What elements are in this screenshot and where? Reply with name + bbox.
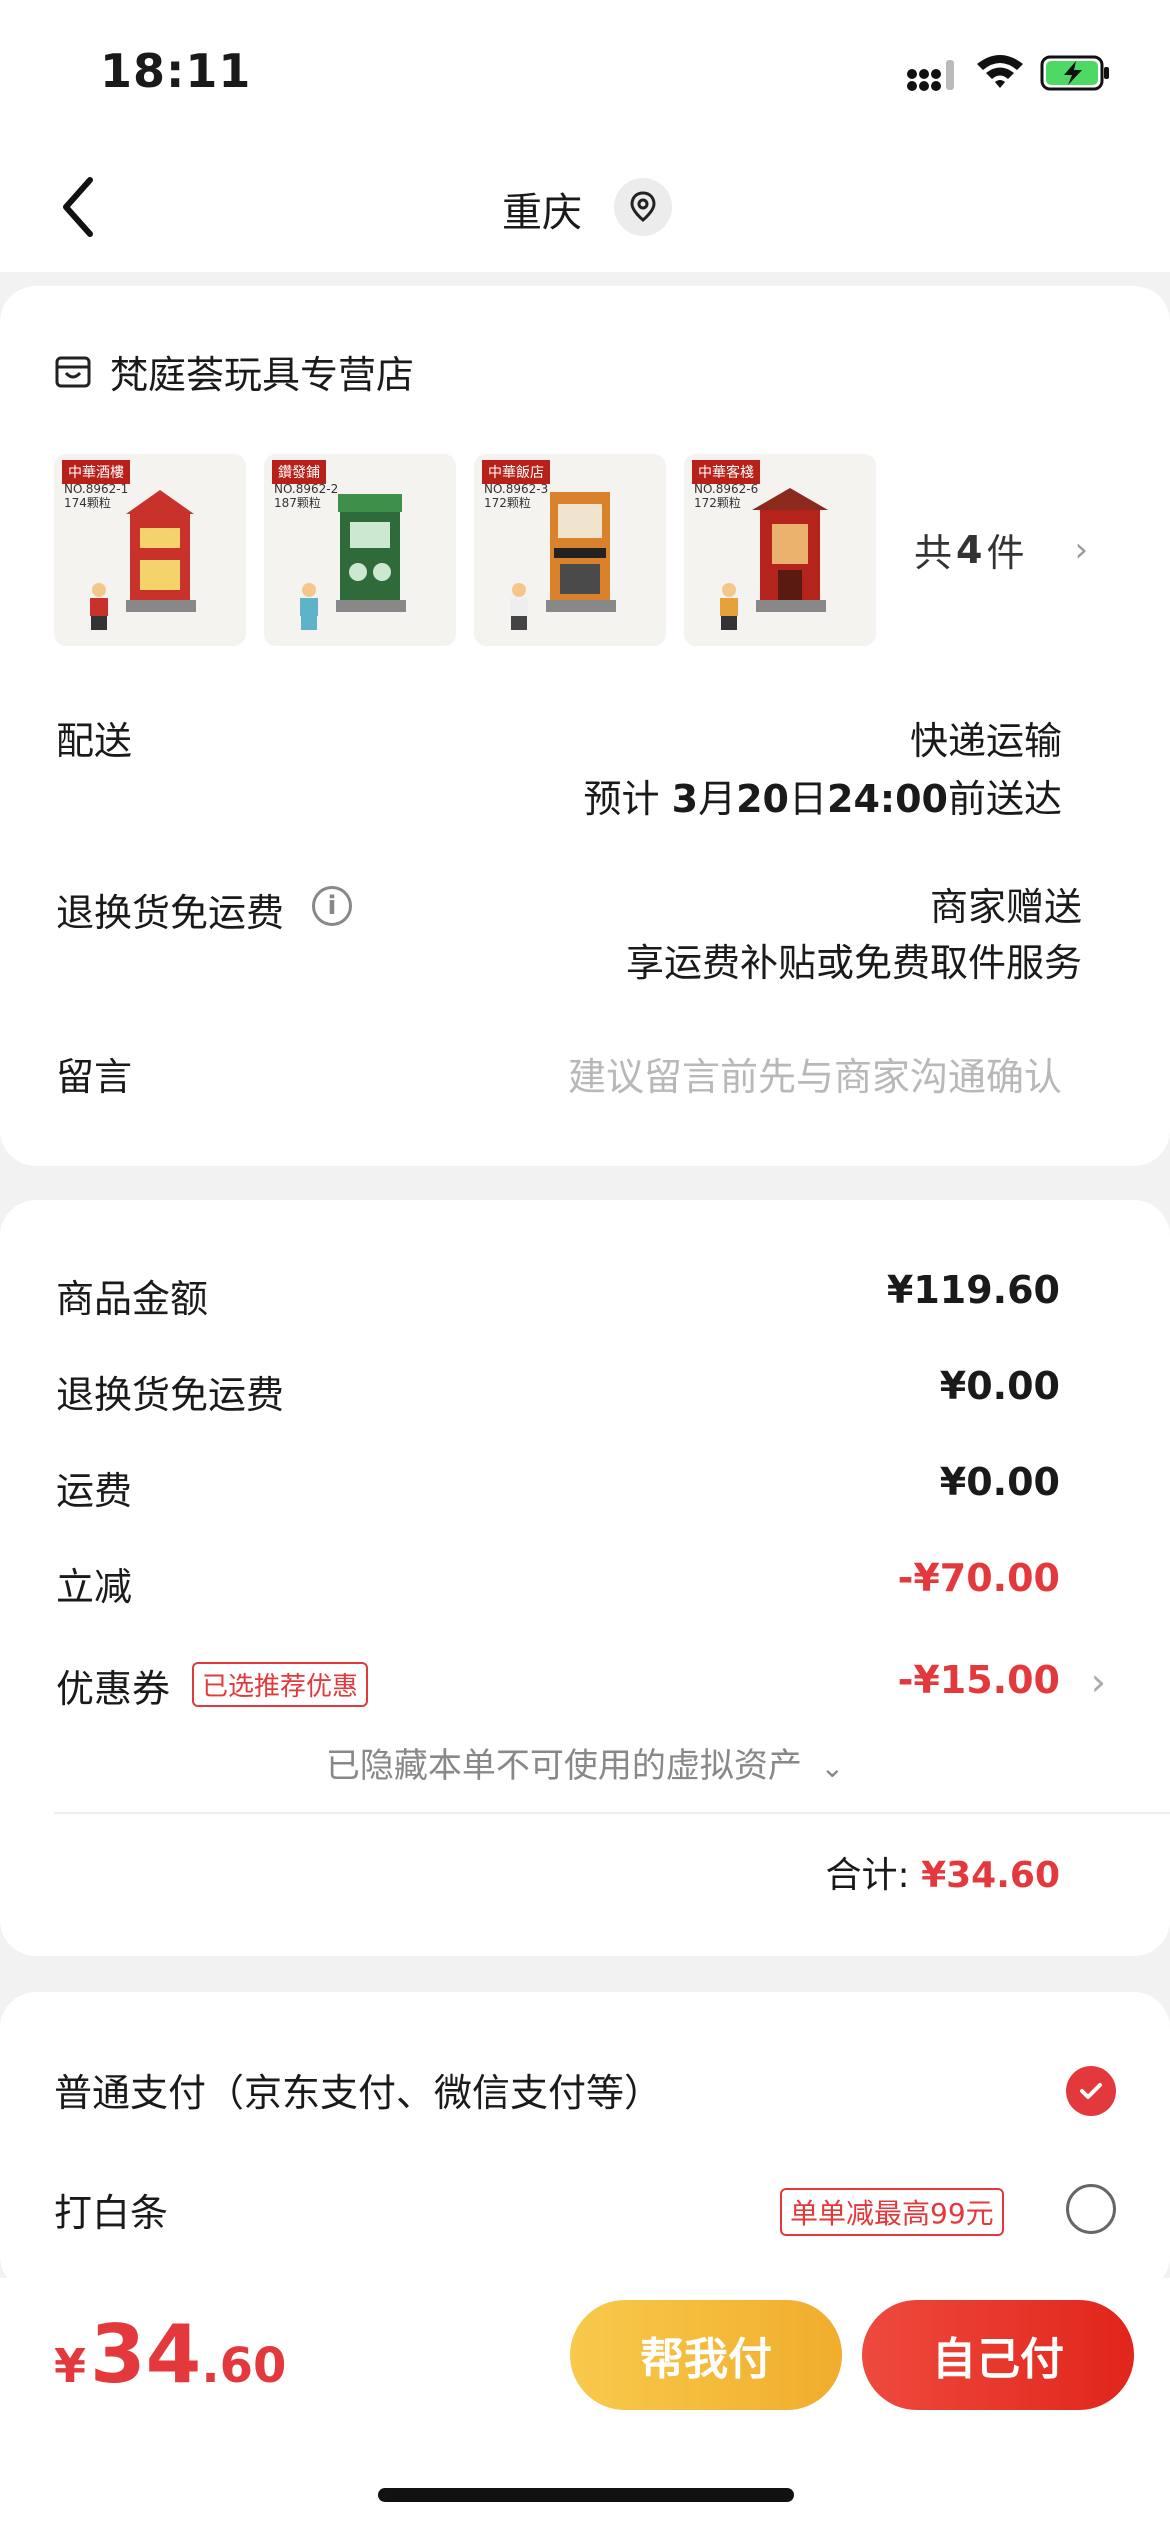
- product-thumb-3[interactable]: 中華飯店 NO.8962-3 172颗粒: [474, 454, 666, 646]
- delivery-label: 配送: [56, 719, 133, 763]
- battery-charging-icon: [1040, 55, 1109, 91]
- divider: [54, 1812, 1170, 1814]
- total-label: 合计:: [825, 1855, 910, 1896]
- help-me-pay-button[interactable]: 帮我付: [570, 2300, 842, 2410]
- building-model-image: [546, 492, 616, 612]
- building-model-image: [126, 490, 196, 612]
- check-icon: [1080, 2083, 1102, 2099]
- coupon-value[interactable]: -¥15.00: [898, 1658, 1060, 1702]
- product-tag: 鑽發鋪: [272, 460, 326, 484]
- shipping-fee-label: 运费: [56, 1469, 133, 1513]
- minifigure-image: [300, 583, 318, 630]
- goods-amount-value: ¥119.60: [886, 1268, 1060, 1312]
- amount-summary-card: 商品金额 ¥119.60 退换货免运费 ¥0.00 运费 ¥0.00 立减 -¥…: [0, 1200, 1170, 1956]
- total-value: ¥34.60: [921, 1855, 1060, 1896]
- delivery-estimate: 预计 3月20日24:00前送达: [583, 777, 1062, 821]
- radio-unselected-icon[interactable]: [1066, 2184, 1116, 2234]
- pay-myself-button[interactable]: 自己付: [862, 2300, 1134, 2410]
- info-icon[interactable]: i: [312, 886, 352, 926]
- payable-amount: ¥ 34 .60: [54, 2308, 287, 2401]
- message-input[interactable]: 建议留言前先与商家沟通确认: [568, 1046, 1062, 1101]
- minifigure-image: [720, 583, 738, 630]
- product-tag: 中華飯店: [482, 460, 550, 484]
- message-label: 留言: [56, 1055, 133, 1099]
- order-items-card: 梵庭荟玩具专营店 中華酒樓 NO.8962-1 174颗粒 鑽發鋪 NO.8962…: [0, 286, 1170, 1166]
- goods-amount-label: 商品金额: [56, 1277, 209, 1321]
- return-shipping-value: 商家赠送: [929, 885, 1082, 929]
- chevron-right-icon[interactable]: ›: [1091, 1660, 1106, 1704]
- delivery-method: 快递运输: [909, 719, 1062, 763]
- location-button[interactable]: [614, 178, 672, 236]
- return-shipping-label: 退换货免运费: [56, 891, 285, 935]
- location-pin-icon: [630, 191, 656, 222]
- baitiao-promo-badge: 单单减最高99元: [780, 2188, 1004, 2236]
- chevron-right-icon: ›: [1074, 529, 1089, 570]
- product-tag: 中華客棧: [692, 460, 760, 484]
- coupon-label[interactable]: 优惠券: [56, 1658, 170, 1713]
- product-thumb-2[interactable]: 鑽發鋪 NO.8962-2 187颗粒: [264, 454, 456, 646]
- minifigure-image: [510, 583, 528, 630]
- shop-name: 梵庭荟玩具专营店: [110, 353, 415, 397]
- product-thumb-1[interactable]: 中華酒樓 NO.8962-1 174颗粒: [54, 454, 246, 646]
- total-row: 合计: ¥34.60: [825, 1846, 1060, 1898]
- coupon-selected-badge: 已选推荐优惠: [192, 1662, 369, 1707]
- minifigure-image: [90, 583, 108, 630]
- building-model-image: [336, 494, 406, 612]
- shop-icon: [55, 356, 91, 387]
- status-bar: 18:11: [0, 0, 1170, 150]
- product-thumbnails[interactable]: 中華酒樓 NO.8962-1174颗粒 鑽發鋪 NO.8962-2187颗粒: [54, 454, 876, 646]
- page-title: 重庆: [502, 190, 582, 236]
- product-thumb-4[interactable]: 中華客棧 NO.8962-6 172颗粒: [684, 454, 876, 646]
- payment-option-normal[interactable]: 普通支付（京东支付、微信支付等）: [54, 2062, 662, 2117]
- building-model-image: [752, 488, 828, 612]
- product-tag: 中華酒樓: [62, 460, 130, 484]
- shipping-fee-value: ¥0.00: [939, 1460, 1060, 1504]
- cellular-signal-icon: [907, 60, 954, 91]
- return-fee-value: ¥0.00: [939, 1364, 1060, 1408]
- nav-bar: 重庆: [0, 150, 1170, 272]
- item-count[interactable]: 共 4 件 ›: [914, 522, 1088, 577]
- instant-discount-label: 立减: [56, 1565, 133, 1609]
- hidden-assets-toggle[interactable]: 已隐藏本单不可使用的虚拟资产 ⌄: [0, 1738, 1170, 1787]
- payment-methods-card: 普通支付（京东支付、微信支付等） 打白条 单单减最高99元: [0, 1992, 1170, 2292]
- payment-option-baitiao[interactable]: 打白条: [54, 2182, 168, 2237]
- chevron-down-icon: ⌄: [820, 1751, 845, 1784]
- back-arrow-icon[interactable]: [52, 172, 112, 242]
- wifi-icon: [977, 55, 1023, 88]
- checkmark-selected-icon[interactable]: [1066, 2066, 1116, 2116]
- item-count-number: 4: [956, 527, 983, 572]
- home-indicator[interactable]: [378, 2488, 794, 2502]
- return-fee-label: 退换货免运费: [56, 1373, 285, 1417]
- status-time: 18:11: [100, 44, 252, 98]
- shop-row[interactable]: 梵庭荟玩具专营店: [54, 344, 414, 399]
- instant-discount-value: -¥70.00: [897, 1556, 1060, 1600]
- return-shipping-sub: 享运费补贴或免费取件服务: [625, 941, 1082, 985]
